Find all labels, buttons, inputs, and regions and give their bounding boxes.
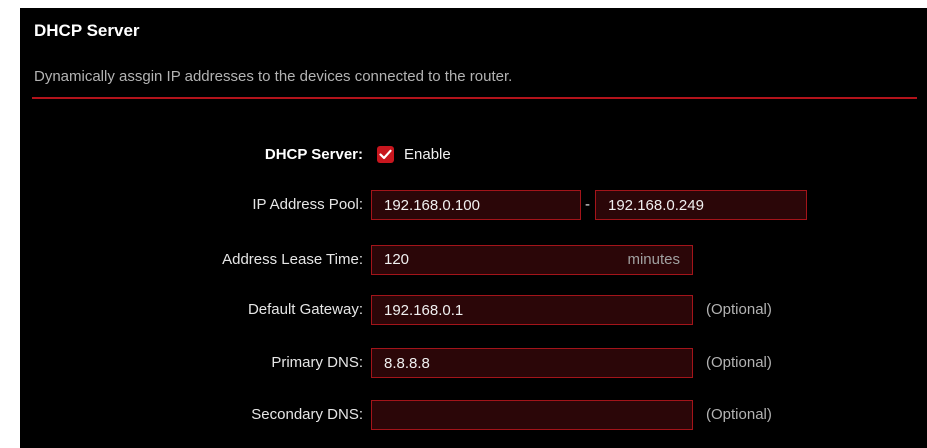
ip-pool-start-input[interactable] (371, 190, 581, 220)
gateway-input[interactable] (371, 295, 693, 325)
secondary-dns-optional-note: (Optional) (706, 406, 772, 423)
section-description: Dynamically assgin IP addresses to the d… (34, 68, 513, 85)
ip-pool-separator: - (585, 196, 590, 213)
enable-label[interactable]: Enable (404, 140, 451, 170)
primary-dns-input[interactable] (371, 348, 693, 378)
gateway-row: Default Gateway: (Optional) (20, 295, 927, 325)
ip-pool-row: IP Address Pool: - (20, 190, 927, 220)
dhcp-server-label: DHCP Server: (264, 146, 363, 163)
ip-pool-end-input[interactable] (595, 190, 807, 220)
gateway-label: Default Gateway: (247, 301, 363, 318)
lease-time-value[interactable]: 120 (384, 251, 409, 268)
section-divider (32, 97, 917, 99)
dhcp-server-row: DHCP Server: Enable (20, 140, 927, 170)
section-title: DHCP Server (34, 21, 140, 40)
primary-dns-row: Primary DNS: (Optional) (20, 348, 927, 378)
primary-dns-optional-note: (Optional) (706, 354, 772, 371)
lease-time-row: Address Lease Time: 120 minutes (20, 245, 927, 275)
lease-time-unit: minutes (627, 251, 680, 268)
primary-dns-label: Primary DNS: (271, 354, 363, 371)
dhcp-server-panel: DHCP Server Dynamically assgin IP addres… (20, 8, 927, 448)
lease-time-field[interactable]: 120 minutes (371, 245, 693, 275)
enable-checkbox[interactable] (377, 146, 394, 163)
secondary-dns-label: Secondary DNS: (251, 406, 363, 423)
lease-time-label: Address Lease Time: (222, 251, 363, 268)
secondary-dns-input[interactable] (371, 400, 693, 430)
secondary-dns-row: Secondary DNS: (Optional) (20, 400, 927, 430)
ip-pool-label: IP Address Pool: (252, 196, 363, 213)
gateway-optional-note: (Optional) (706, 301, 772, 318)
checkmark-icon (379, 149, 392, 160)
